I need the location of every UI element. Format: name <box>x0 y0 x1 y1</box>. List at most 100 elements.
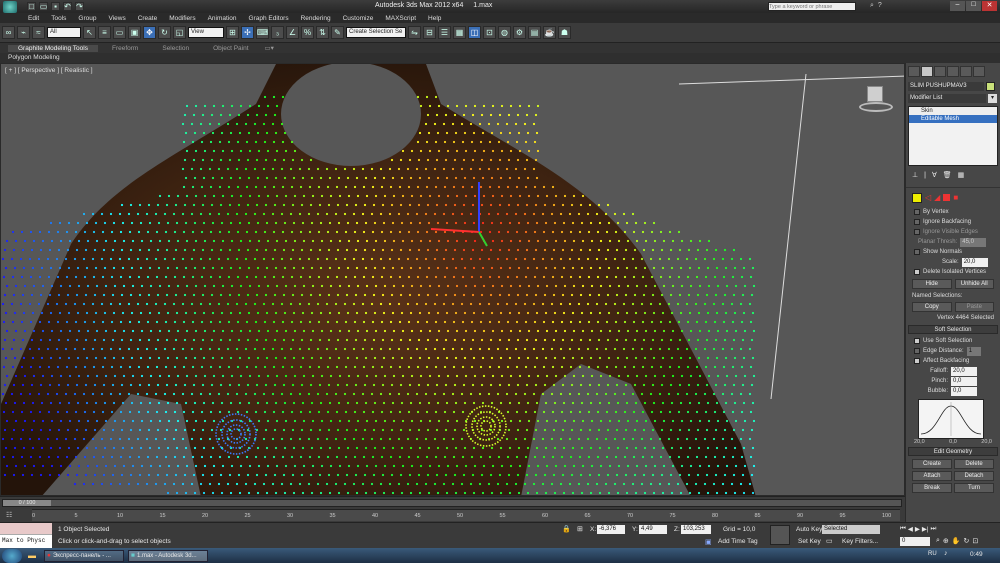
bubble-field[interactable]: 0,0 <box>951 386 977 396</box>
tab-graphite-modeling[interactable]: Graphite Modeling Tools <box>8 44 98 52</box>
undo-icon[interactable]: ↶ <box>63 2 72 11</box>
key-mode-dropdown[interactable]: Selected <box>822 525 880 534</box>
key-mode-icon[interactable]: ☷ <box>6 511 12 519</box>
spinner-snap-icon[interactable]: ⇅ <box>316 26 329 39</box>
viewport-label[interactable]: [ + ] [ Perspective ] [ Realistic ] <box>5 67 93 74</box>
by-vertex-checkbox[interactable] <box>914 209 920 215</box>
menu-rendering[interactable]: Rendering <box>295 15 337 22</box>
window-crossing-icon[interactable]: ▣ <box>128 26 141 39</box>
face-mode-icon[interactable]: ◢ <box>934 193 940 202</box>
show-normals-checkbox[interactable] <box>914 249 920 255</box>
percent-snap-icon[interactable]: % <box>301 26 314 39</box>
auto-key-button[interactable]: Auto Key <box>796 526 822 533</box>
pinch-field[interactable]: 0,0 <box>951 376 977 386</box>
copy-button[interactable]: Copy <box>912 302 952 312</box>
ignore-visible-edges-row[interactable]: Ignore Visible Edges <box>906 227 1000 237</box>
attach-button[interactable]: Attach <box>912 471 952 481</box>
track-bar[interactable]: 0 5 10 15 20 25 30 35 40 45 50 55 60 65 70 75 80 85 90 95 10… <box>32 509 900 521</box>
start-button[interactable] <box>2 548 22 563</box>
angle-snap-icon[interactable]: ∠ <box>286 26 299 39</box>
select-rotate-icon[interactable]: ↻ <box>158 26 171 39</box>
chevron-down-icon[interactable]: ▾ <box>988 94 997 103</box>
minimize-button[interactable]: – <box>950 1 965 11</box>
edge-distance-field[interactable]: 1 <box>966 346 981 356</box>
link-icon[interactable]: ∞ <box>2 26 15 39</box>
menu-modifiers[interactable]: Modifiers <box>163 15 201 22</box>
add-time-tag-button[interactable]: Add Time Tag <box>718 538 758 545</box>
clock[interactable]: 0:49 <box>970 551 983 558</box>
schematic-view-icon[interactable]: ⊡ <box>483 26 496 39</box>
rendered-frame-icon[interactable]: ▤ <box>528 26 541 39</box>
edge-distance-row[interactable]: Edge Distance: 1 <box>906 346 1000 356</box>
viewcube-icon[interactable] <box>859 84 893 114</box>
graphite-toggle-icon[interactable]: ▦ <box>453 26 466 39</box>
zoom-all-icon[interactable]: ⊕ <box>943 537 949 545</box>
absolute-mode-icon[interactable]: ⊞ <box>577 525 583 533</box>
motion-tab-icon[interactable] <box>947 66 959 77</box>
align-icon[interactable]: ⊟ <box>423 26 436 39</box>
set-key-big-icon[interactable] <box>770 525 790 545</box>
y-coordinate-field[interactable]: 4,49 <box>639 525 667 534</box>
keyboard-shortcut-icon[interactable]: ⌨ <box>256 26 269 39</box>
time-slider-thumb[interactable]: 0 / 100 <box>3 500 51 506</box>
polygon-mode-icon[interactable] <box>943 194 951 201</box>
select-manipulate-icon[interactable]: ✢ <box>241 26 254 39</box>
break-button[interactable]: Break <box>912 483 952 493</box>
volume-icon[interactable]: ♪ <box>944 550 948 557</box>
snap-toggle-icon[interactable]: ₃ <box>271 26 284 39</box>
open-file-icon[interactable]: ▭ <box>39 2 48 11</box>
display-tab-icon[interactable] <box>960 66 972 77</box>
edge-mode-icon[interactable]: ◁ <box>925 193 931 202</box>
menu-create[interactable]: Create <box>132 15 164 22</box>
menu-graph-editors[interactable]: Graph Editors <box>243 15 295 22</box>
render-setup-icon[interactable]: ⚙ <box>513 26 526 39</box>
tab-object-paint[interactable]: Object Paint <box>203 45 258 52</box>
ignore-visible-edges-checkbox[interactable] <box>914 229 920 235</box>
ignore-backfacing-checkbox[interactable] <box>914 219 920 225</box>
language-indicator[interactable]: RU <box>928 551 937 557</box>
goto-start-icon[interactable]: ⏮ <box>900 525 906 533</box>
help-icon[interactable]: ? <box>878 2 882 10</box>
maximize-button[interactable]: □ <box>966 1 981 11</box>
prev-frame-icon[interactable]: ◀ <box>908 525 913 533</box>
hierarchy-tab-icon[interactable] <box>934 66 946 77</box>
show-normals-row[interactable]: Show Normals <box>906 247 1000 257</box>
goto-end-icon[interactable]: ⏭ <box>931 525 937 533</box>
curve-editor-icon[interactable]: ◫ <box>468 26 481 39</box>
redo-icon[interactable]: ↷ <box>75 2 84 11</box>
maxscript-text[interactable]: Max to Physc <box>0 535 52 546</box>
edit-named-selection-icon[interactable]: ✎ <box>331 26 344 39</box>
save-icon[interactable]: ▪ <box>51 2 60 11</box>
lock-selection-icon[interactable]: 🔒 <box>562 525 571 533</box>
hide-button[interactable]: Hide <box>912 279 952 289</box>
layer-manager-icon[interactable]: ☰ <box>438 26 451 39</box>
pivot-center-icon[interactable]: ⊞ <box>226 26 239 39</box>
explorer-icon[interactable]: ▬ <box>28 551 36 560</box>
taskbar-item-3dsmax[interactable]: ■ 1.max - Autodesk 3d... <box>128 549 208 562</box>
select-object-icon[interactable]: ↖ <box>83 26 96 39</box>
search-icon[interactable]: ⌕ <box>870 2 874 10</box>
menu-customize[interactable]: Customize <box>337 15 380 22</box>
rect-selection-icon[interactable]: ▭ <box>113 26 126 39</box>
tab-freeform[interactable]: Freeform <box>102 45 148 52</box>
play-icon[interactable]: ▶ <box>915 525 920 533</box>
paste-button[interactable]: Paste <box>954 302 994 312</box>
key-filters-button[interactable]: Key Filters... <box>842 538 878 545</box>
mirror-icon[interactable]: ⇋ <box>408 26 421 39</box>
orbit-icon[interactable]: ↻ <box>964 537 970 545</box>
polygon-modeling-panel[interactable]: Polygon Modeling <box>8 54 60 61</box>
configure-sets-icon[interactable]: ▦ <box>958 171 965 179</box>
vertex-mode-icon[interactable] <box>912 192 922 203</box>
ribbon-options-icon[interactable]: ▭▾ <box>263 44 276 52</box>
soft-selection-rollout[interactable]: Soft Selection <box>908 325 998 334</box>
menu-views[interactable]: Views <box>102 15 131 22</box>
search-input[interactable] <box>768 2 856 11</box>
material-editor-icon[interactable]: ◍ <box>498 26 511 39</box>
select-move-icon[interactable]: ✥ <box>143 26 156 39</box>
affect-backfacing-row[interactable]: Affect Backfacing <box>906 356 1000 366</box>
use-soft-selection-checkbox[interactable] <box>914 338 920 344</box>
unhide-all-button[interactable]: Unhide All <box>954 279 994 289</box>
z-coordinate-field[interactable]: 103,253 <box>681 525 711 534</box>
bind-spacewarp-icon[interactable]: ≈ <box>32 26 45 39</box>
render-production-icon[interactable]: ☕ <box>543 26 556 39</box>
